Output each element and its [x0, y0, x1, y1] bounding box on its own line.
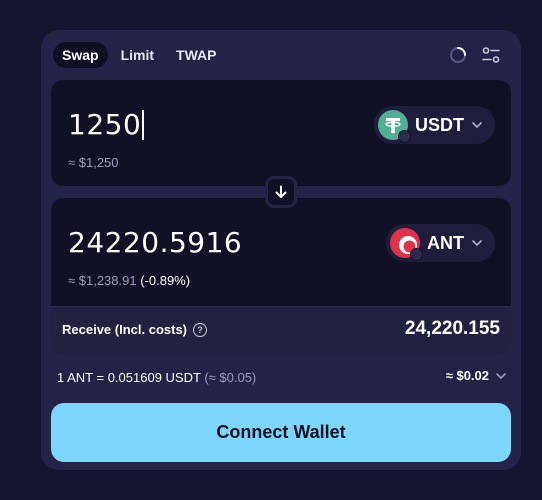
tab-swap[interactable]: Swap — [53, 42, 108, 68]
settings-sliders-icon[interactable] — [481, 45, 501, 65]
ant-token-icon — [390, 228, 423, 261]
fee-toggle[interactable]: ≈ $0.02 — [446, 368, 507, 383]
refresh-spinner-icon[interactable] — [449, 46, 467, 64]
order-type-tabs: Swap Limit TWAP — [53, 42, 225, 68]
sell-panel: 1250 ≈ $1,250 USDT — [51, 80, 511, 186]
chevron-down-icon — [472, 122, 482, 129]
arrow-down-icon — [275, 185, 287, 198]
chain-badge-icon — [410, 248, 423, 261]
swap-card: Swap Limit TWAP 1250 ≈ $1,250 USDT 24220… — [41, 30, 521, 470]
header-actions — [449, 45, 501, 65]
sell-amount-input[interactable]: 1250 — [68, 108, 145, 141]
rate-text: 1 ANT = 0.051609 USDT — [57, 370, 201, 385]
text-caret — [142, 110, 145, 140]
sell-usd-value: ≈ $1,250 — [68, 155, 119, 170]
buy-usd-value: ≈ $1,238.91 (-0.89%) — [68, 273, 191, 288]
switch-tokens-button[interactable] — [265, 176, 297, 208]
tab-limit[interactable]: Limit — [112, 42, 163, 68]
receive-row: Receive (Incl. costs) ? 24,220.155 — [51, 306, 511, 354]
chevron-down-icon — [496, 372, 506, 379]
usdt-token-icon — [378, 110, 411, 143]
price-impact: (-0.89%) — [140, 273, 191, 288]
fee-value: ≈ $0.02 — [445, 368, 489, 383]
question-circle-icon[interactable]: ? — [193, 322, 207, 337]
exchange-rate[interactable]: 1 ANT = 0.051609 USDT (≈ $0.05) — [57, 370, 256, 385]
buy-token-symbol: ANT — [427, 232, 464, 253]
receive-label: Receive (Incl. costs) ? — [62, 322, 207, 337]
buy-amount-value: 24220.5916 — [68, 226, 243, 259]
chevron-down-icon — [472, 240, 482, 247]
sell-token-selector[interactable]: USDT — [374, 106, 495, 144]
buy-token-selector[interactable]: ANT — [386, 224, 495, 262]
buy-panel: 24220.5916 ≈ $1,238.91 (-0.89%) ANT Rece… — [51, 198, 511, 354]
tab-twap[interactable]: TWAP — [167, 42, 225, 68]
connect-wallet-button[interactable]: Connect Wallet — [51, 403, 511, 462]
receive-label-text: Receive (Incl. costs) — [62, 322, 187, 337]
sell-token-symbol: USDT — [415, 114, 464, 135]
rate-usd: (≈ $0.05) — [204, 370, 257, 385]
chain-badge-icon — [398, 130, 411, 143]
receive-value: 24,220.155 — [404, 318, 500, 339]
